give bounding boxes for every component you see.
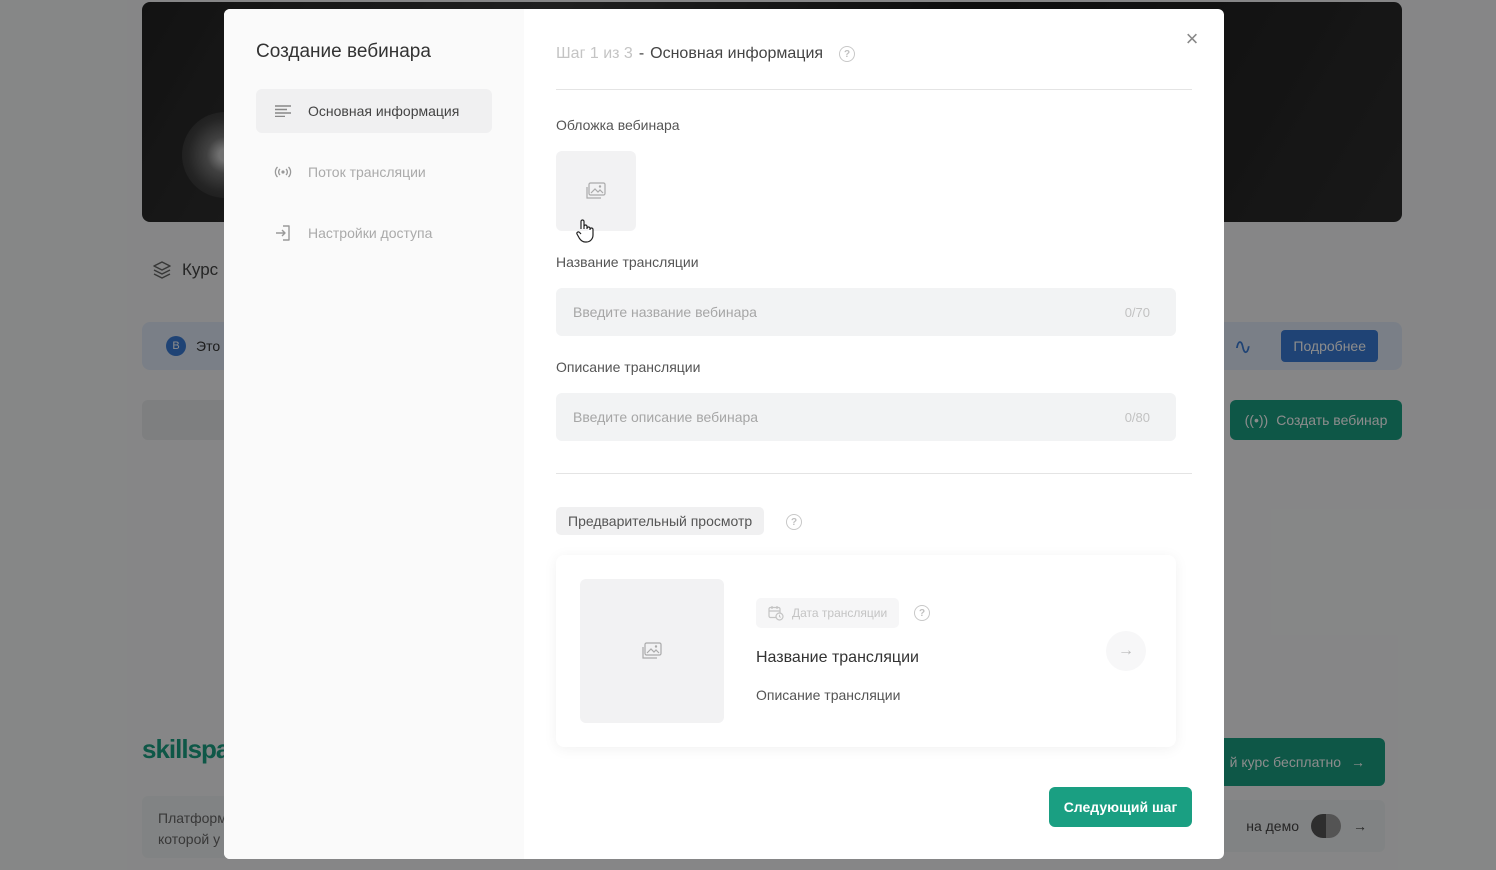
step-number: Шаг 1 из 3 — [556, 45, 633, 62]
sidebar-item-stream[interactable]: Поток трансляции — [256, 150, 492, 194]
login-icon — [274, 224, 292, 242]
help-icon[interactable]: ? — [786, 514, 802, 530]
name-field[interactable]: 0/70 — [556, 288, 1176, 336]
step-title: Основная информация — [650, 45, 824, 62]
preview-title: Название трансляции — [756, 649, 919, 666]
create-webinar-modal: Создание вебинара Основная информация По… — [224, 9, 1224, 859]
preview-image — [580, 579, 724, 723]
hand-cursor-icon — [576, 219, 594, 249]
sidebar-item-access[interactable]: Настройки доступа — [256, 211, 492, 255]
step-separator: - — [638, 45, 645, 62]
modal-sidebar: Создание вебинара Основная информация По… — [224, 9, 524, 859]
next-step-button[interactable]: Следующий шаг — [1049, 787, 1192, 827]
preview-label: Предварительный просмотр — [556, 507, 765, 535]
preview-description: Описание трансляции — [756, 687, 901, 703]
cover-label: Обложка вебинара — [556, 117, 680, 133]
close-icon[interactable]: × — [1182, 28, 1202, 50]
modal-main: Шаг 1 из 3 - Основная информация ? × Обл… — [524, 9, 1224, 859]
name-counter: 0/70 — [1124, 304, 1150, 320]
name-label: Название трансляции — [556, 254, 699, 270]
sidebar-title: Создание вебинара — [256, 41, 431, 62]
date-label: Дата трансляции — [792, 606, 888, 620]
section-divider — [556, 473, 1192, 474]
description-label: Описание трансляции — [556, 359, 701, 375]
sidebar-item-label: Настройки доступа — [308, 225, 433, 241]
help-icon[interactable]: ? — [914, 605, 930, 621]
preview-card: Дата трансляции ? Название трансляции Оп… — [556, 555, 1176, 747]
arrow-right-icon[interactable]: → — [1106, 631, 1146, 671]
sidebar-item-label: Поток трансляции — [308, 164, 426, 180]
calendar-clock-icon — [768, 606, 784, 621]
header-divider — [556, 89, 1192, 90]
description-counter: 0/80 — [1124, 409, 1150, 425]
broadcast-icon — [274, 163, 292, 181]
step-header: Шаг 1 из 3 - Основная информация ? — [556, 45, 856, 63]
image-icon — [586, 182, 606, 199]
image-icon — [642, 642, 662, 659]
lines-icon — [274, 102, 292, 120]
sidebar-item-label: Основная информация — [308, 103, 460, 119]
sidebar-item-basic-info[interactable]: Основная информация — [256, 89, 492, 133]
date-badge: Дата трансляции — [756, 598, 900, 628]
description-input[interactable] — [573, 409, 1125, 425]
name-input[interactable] — [573, 304, 1125, 320]
help-icon[interactable]: ? — [839, 46, 856, 62]
description-field[interactable]: 0/80 — [556, 393, 1176, 441]
cover-upload[interactable] — [556, 151, 636, 231]
